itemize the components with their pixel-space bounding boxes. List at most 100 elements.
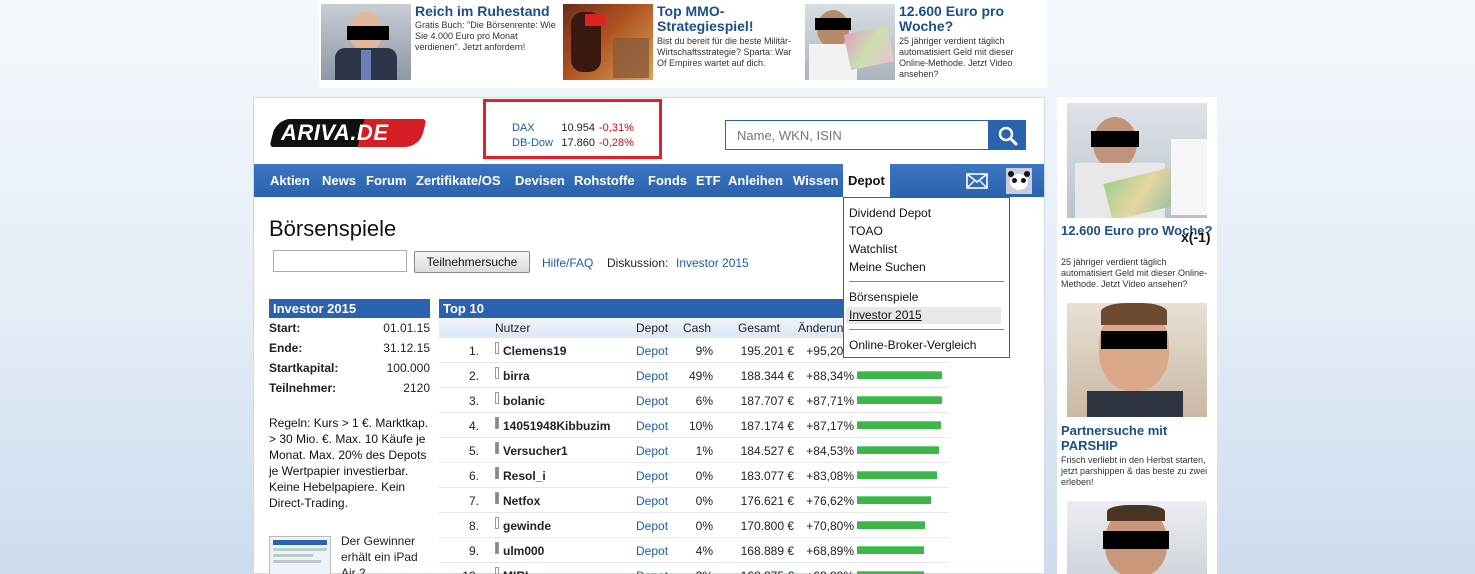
ariva-logo[interactable]: ARIVA.DE [269, 117, 428, 149]
menu-item-boersenspiele[interactable]: Börsenspiele [849, 290, 918, 304]
col-gesamt[interactable]: Gesamt [738, 321, 780, 335]
ad-title[interactable]: Reich im Ruhestand [415, 4, 561, 19]
participant-search-button[interactable]: Teilnehmersuche [414, 251, 530, 273]
search-button[interactable] [988, 120, 1026, 150]
change-bar [857, 471, 937, 479]
col-cash[interactable]: Cash [683, 321, 711, 335]
menu-divider [849, 281, 1004, 282]
index-name[interactable]: DAX [512, 122, 558, 134]
depot-link[interactable]: Depot [636, 344, 668, 358]
user-cell[interactable]: 14051948Kibbuzim [503, 419, 610, 433]
ad-image[interactable] [1067, 501, 1207, 574]
nav-rohstoffe[interactable]: Rohstoffe [574, 164, 635, 197]
info-label: Startkapital: [269, 361, 339, 375]
depot-link[interactable]: Depot [636, 394, 668, 408]
depot-link[interactable]: Depot [636, 519, 668, 533]
ad-image[interactable] [563, 4, 653, 80]
rank-cell: 4. [468, 419, 479, 433]
depot-link[interactable]: Depot [636, 494, 668, 508]
participant-search-input[interactable] [273, 250, 407, 272]
menu-item-broker-vergleich[interactable]: Online-Broker-Vergleich [849, 338, 976, 352]
nav-anleihen[interactable]: Anleihen [728, 164, 783, 197]
user-cell[interactable]: Versucher1 [503, 444, 568, 458]
ad-text: 25 jähriger verdient täglich automatisie… [899, 36, 1014, 79]
nav-fonds[interactable]: Fonds [648, 164, 687, 197]
rank-cell: 9. [468, 544, 479, 558]
ad-title[interactable]: 12.600 Euro pro Woche? [899, 4, 1045, 34]
user-cell[interactable]: MIRI [503, 569, 528, 574]
bookmark-icon[interactable] [495, 367, 499, 379]
user-cell[interactable]: Netfox [503, 494, 540, 508]
table-row: 9. ulm000 Depot 4% 168.889 € +68,89% [439, 538, 949, 563]
user-cell[interactable]: bolanic [503, 394, 545, 408]
menu-item-watchlist[interactable]: Watchlist [849, 242, 897, 256]
col-nutzer[interactable]: Nutzer [495, 321, 530, 335]
col-depot[interactable]: Depot [636, 321, 668, 335]
change-bar [857, 496, 931, 504]
total-cell: 183.077 € [740, 469, 794, 483]
help-faq-link[interactable]: Hilfe/FAQ [542, 256, 593, 270]
ad-title[interactable]: Partnersuche mit PARSHIP [1061, 423, 1211, 453]
game-info-header: Investor 2015 [269, 299, 430, 318]
bookmark-icon[interactable] [495, 442, 499, 454]
nav-etf[interactable]: ETF [696, 164, 721, 197]
ipad-image[interactable] [269, 536, 331, 574]
cash-cell: 3% [683, 569, 713, 574]
info-end: Ende: 31.12.15 [269, 341, 430, 361]
top-ad-3[interactable]: 12.600 Euro pro Woche? 25 jähriger verdi… [805, 4, 1045, 82]
nav-news[interactable]: News [322, 164, 356, 197]
info-start: Start: 01.01.15 [269, 321, 430, 341]
user-cell[interactable]: gewinde [503, 519, 551, 533]
index-row-dax[interactable]: DAX 10.954 -0,31% [512, 122, 634, 134]
user-cell[interactable]: Resol_i [503, 469, 546, 483]
bookmark-icon[interactable] [495, 417, 499, 429]
top-ad-1[interactable]: Reich im Ruhestand Gratis Buch: "Die Bör… [321, 4, 561, 82]
nav-forum[interactable]: Forum [366, 164, 406, 197]
top-ad-2[interactable]: Top MMO-Strategiespiel! Bist du bereit f… [563, 4, 803, 82]
user-avatar[interactable] [1006, 168, 1032, 194]
ad-title[interactable]: Top MMO-Strategiespiel! [657, 4, 803, 34]
ad-image[interactable] [1067, 103, 1207, 218]
bookmark-icon[interactable] [495, 342, 499, 354]
user-cell[interactable]: Clemens19 [503, 344, 566, 358]
ad-close-button[interactable]: x(-1) [1181, 229, 1211, 245]
menu-item-meine-suchen[interactable]: Meine Suchen [849, 260, 926, 274]
depot-link[interactable]: Depot [636, 419, 668, 433]
search-bar [725, 120, 1026, 150]
bookmark-icon[interactable] [495, 492, 499, 504]
change-bar [857, 521, 925, 529]
nav-devisen[interactable]: Devisen [515, 164, 565, 197]
cash-cell: 10% [688, 419, 713, 433]
menu-item-investor-2015[interactable]: Investor 2015 [846, 307, 1001, 324]
table-row: 3. bolanic Depot 6% 187.707 € +87,71% [439, 388, 949, 413]
ad-image[interactable] [805, 4, 895, 80]
bookmark-icon[interactable] [495, 392, 499, 404]
index-row-dbdow[interactable]: DB-Dow 17.860 -0,28% [512, 137, 634, 149]
user-cell[interactable]: birra [503, 369, 530, 383]
discussion-link[interactable]: Investor 2015 [676, 256, 749, 270]
depot-link[interactable]: Depot [636, 369, 668, 383]
bookmark-icon[interactable] [495, 517, 499, 529]
depot-link[interactable]: Depot [636, 444, 668, 458]
ad-image[interactable] [1067, 303, 1207, 417]
search-input[interactable] [725, 120, 989, 150]
nav-zertifikate[interactable]: Zertifikate/OS [416, 164, 501, 197]
nav-wissen[interactable]: Wissen [793, 164, 838, 197]
bookmark-icon[interactable] [495, 542, 499, 554]
nav-aktien[interactable]: Aktien [270, 164, 310, 197]
ad-image[interactable] [321, 4, 411, 80]
rank-cell: 5. [468, 444, 479, 458]
total-cell: 176.621 € [740, 494, 794, 508]
menu-item-dividend-depot[interactable]: Dividend Depot [849, 206, 931, 220]
user-cell[interactable]: ulm000 [503, 544, 544, 558]
depot-link[interactable]: Depot [636, 544, 668, 558]
depot-link[interactable]: Depot [636, 469, 668, 483]
nav-depot[interactable]: Depot [843, 164, 890, 197]
bookmark-icon[interactable] [495, 467, 499, 479]
menu-item-toao[interactable]: TOAO [849, 224, 883, 238]
depot-link[interactable]: Depot [636, 569, 668, 574]
mail-icon[interactable] [966, 173, 988, 192]
bookmark-icon[interactable] [495, 567, 499, 574]
ad-text: 25 jähriger verdient täglich automatisie… [1061, 257, 1208, 289]
index-name[interactable]: DB-Dow [512, 137, 558, 149]
